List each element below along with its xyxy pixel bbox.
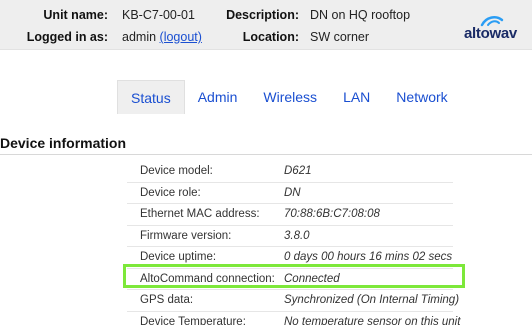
info-value: DN [284,186,301,199]
unit-name-value: KB-C7-00-01 [122,8,195,22]
tab-admin[interactable]: Admin [185,80,251,114]
info-value: 3.8.0 [284,229,310,242]
device-info-table: Device model: D621 Device role: DN Ethernet … [127,161,460,325]
info-label: Device uptime: [140,251,217,263]
section-title: Device information [0,131,532,155]
logged-in-value: admin (logout) [122,27,202,47]
header-row-unit: Unit name: KB-C7-00-01 Description: DN o… [0,5,532,25]
tab-bar: Status Admin Wireless LAN Network [117,80,461,114]
tab-network[interactable]: Network [383,80,460,114]
info-row: Device role: DN [127,183,453,204]
info-value: No temperature sensor on this unit [284,315,461,325]
info-row: AltoCommand connection: Connected [127,269,453,290]
logged-in-label: Logged in as: [26,30,108,44]
info-row: Device Temperature: No temperature sensor… [127,312,460,325]
info-label: AltoCommand connection: [140,272,275,285]
info-row: Firmware version: 3.8.0 [127,226,453,247]
info-label: Device Temperature: [140,315,246,325]
username: admin [122,30,157,44]
tab-lan[interactable]: LAN [330,80,383,114]
info-label: Device role: [140,186,201,199]
page: Unit name: KB-C7-00-01 Description: DN o… [0,0,532,325]
info-value: Synchronized (On Internal Timing) [284,294,460,306]
info-value: 0 days 00 hours 16 mins 02 secs [284,251,453,263]
info-value: Connected [284,272,340,285]
tab-wireless[interactable]: Wireless [250,80,330,114]
header-bar: Unit name: KB-C7-00-01 Description: DN o… [0,0,532,50]
description-label: Description: [226,8,299,22]
description-value: DN on HQ rooftop [310,8,411,22]
info-value: 70:88:6B:C7:08:08 [284,208,380,220]
info-label: Ethernet MAC address: [140,208,260,220]
logout-link[interactable]: (logout) [160,30,202,44]
info-row: Device uptime: 0 days 00 hours 16 mins 02… [127,247,453,269]
tab-status[interactable]: Status [117,80,185,114]
header-row-login: Logged in as: admin (logout) Location: S… [0,27,532,47]
location-value: SW corner [310,30,370,44]
unit-name-label: Unit name: [43,8,108,22]
info-label: Firmware version: [140,229,232,242]
info-row: Device model: D621 [127,161,453,183]
logo-wordmark: altowav [464,25,517,42]
info-value: D621 [284,165,312,177]
info-label: Device model: [140,165,213,177]
info-row: GPS data: Synchronized (On Internal Timin… [127,290,459,312]
info-label: GPS data: [140,294,194,306]
info-row: Ethernet MAC address: 70:88:6B:C7:08:08 [127,204,453,226]
altowav-logo: altowav [462,12,522,42]
location-label: Location: [242,30,299,44]
